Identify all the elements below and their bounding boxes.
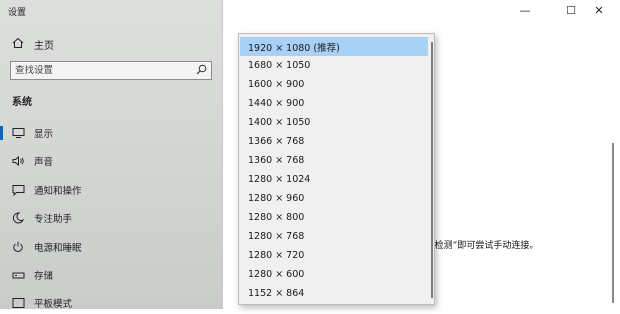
resolution-option[interactable]: 1280 × 1024 [240,170,428,189]
resolution-option[interactable]: 1360 × 768 [240,151,428,170]
maximize-icon: ☐ [566,3,576,17]
dropdown-scrollbar[interactable] [431,42,433,298]
resolution-dropdown-list[interactable]: 1920 × 1080 (推荐) 1680 × 1050 1600 × 900 … [238,33,435,305]
close-button[interactable]: ✕ [578,0,620,20]
resolution-option[interactable]: 1280 × 600 [240,265,428,284]
resolution-option[interactable]: 1366 × 768 [240,132,428,151]
content-scrollbar[interactable] [612,143,614,303]
home-icon [12,37,24,52]
sidebar-item-power[interactable]: 电源和睡眠 [0,236,220,258]
sidebar-item-sound[interactable]: 声音 [0,150,220,172]
storage-icon [11,268,25,282]
section-title: 系统 [12,97,32,108]
sidebar-item-label: 存储 [34,271,54,282]
home-nav-item[interactable]: 主页 [12,37,54,52]
sidebar-item-label: 声音 [34,157,54,168]
moon-icon [11,211,25,225]
search-input[interactable] [15,65,196,76]
window-title: 设置 [8,8,27,18]
minimize-icon: — [519,3,531,17]
sidebar-item-label: 显示 [34,129,54,140]
resolution-option[interactable]: 1680 × 1050 [240,56,428,75]
detect-hint-text: “检测”即可尝试手动连接。 [430,241,539,251]
sidebar-item-label: 电源和睡眠 [34,243,82,254]
home-label: 主页 [34,41,54,52]
close-icon: ✕ [594,3,604,17]
resolution-option[interactable]: 1400 × 1050 [240,113,428,132]
notification-icon [11,183,25,197]
resolution-option[interactable]: 1440 × 900 [240,94,428,113]
monitor-icon [11,126,25,140]
power-icon [11,240,25,254]
resolution-option[interactable]: 1152 × 864 [240,284,428,303]
sidebar-item-focus-assist[interactable]: 专注助手 [0,207,220,229]
sidebar-item-label: 专注助手 [34,214,73,225]
settings-sidebar: 设置 主页 系统 显示 声音 通知和操作 专注助手 [0,0,223,310]
sidebar-item-label: 平板模式 [34,299,73,310]
resolution-option[interactable]: 1280 × 960 [240,189,428,208]
resolution-option[interactable]: 1280 × 720 [240,246,428,265]
sidebar-item-notifications[interactable]: 通知和操作 [0,179,220,201]
resolution-option[interactable]: 1600 × 900 [240,75,428,94]
resolution-option[interactable]: 1920 × 1080 (推荐) [240,37,428,56]
tablet-icon [11,296,25,310]
search-box[interactable] [10,61,212,80]
minimize-button[interactable]: — [502,0,548,20]
sidebar-item-storage[interactable]: 存储 [0,264,220,286]
sidebar-item-display[interactable]: 显示 [0,122,220,144]
sidebar-item-tablet-mode[interactable]: 平板模式 [0,292,220,314]
resolution-option[interactable]: 1280 × 800 [240,208,428,227]
search-icon[interactable] [196,64,207,78]
resolution-option[interactable]: 1280 × 768 [240,227,428,246]
speaker-icon [11,154,25,168]
sidebar-item-label: 通知和操作 [34,186,82,197]
